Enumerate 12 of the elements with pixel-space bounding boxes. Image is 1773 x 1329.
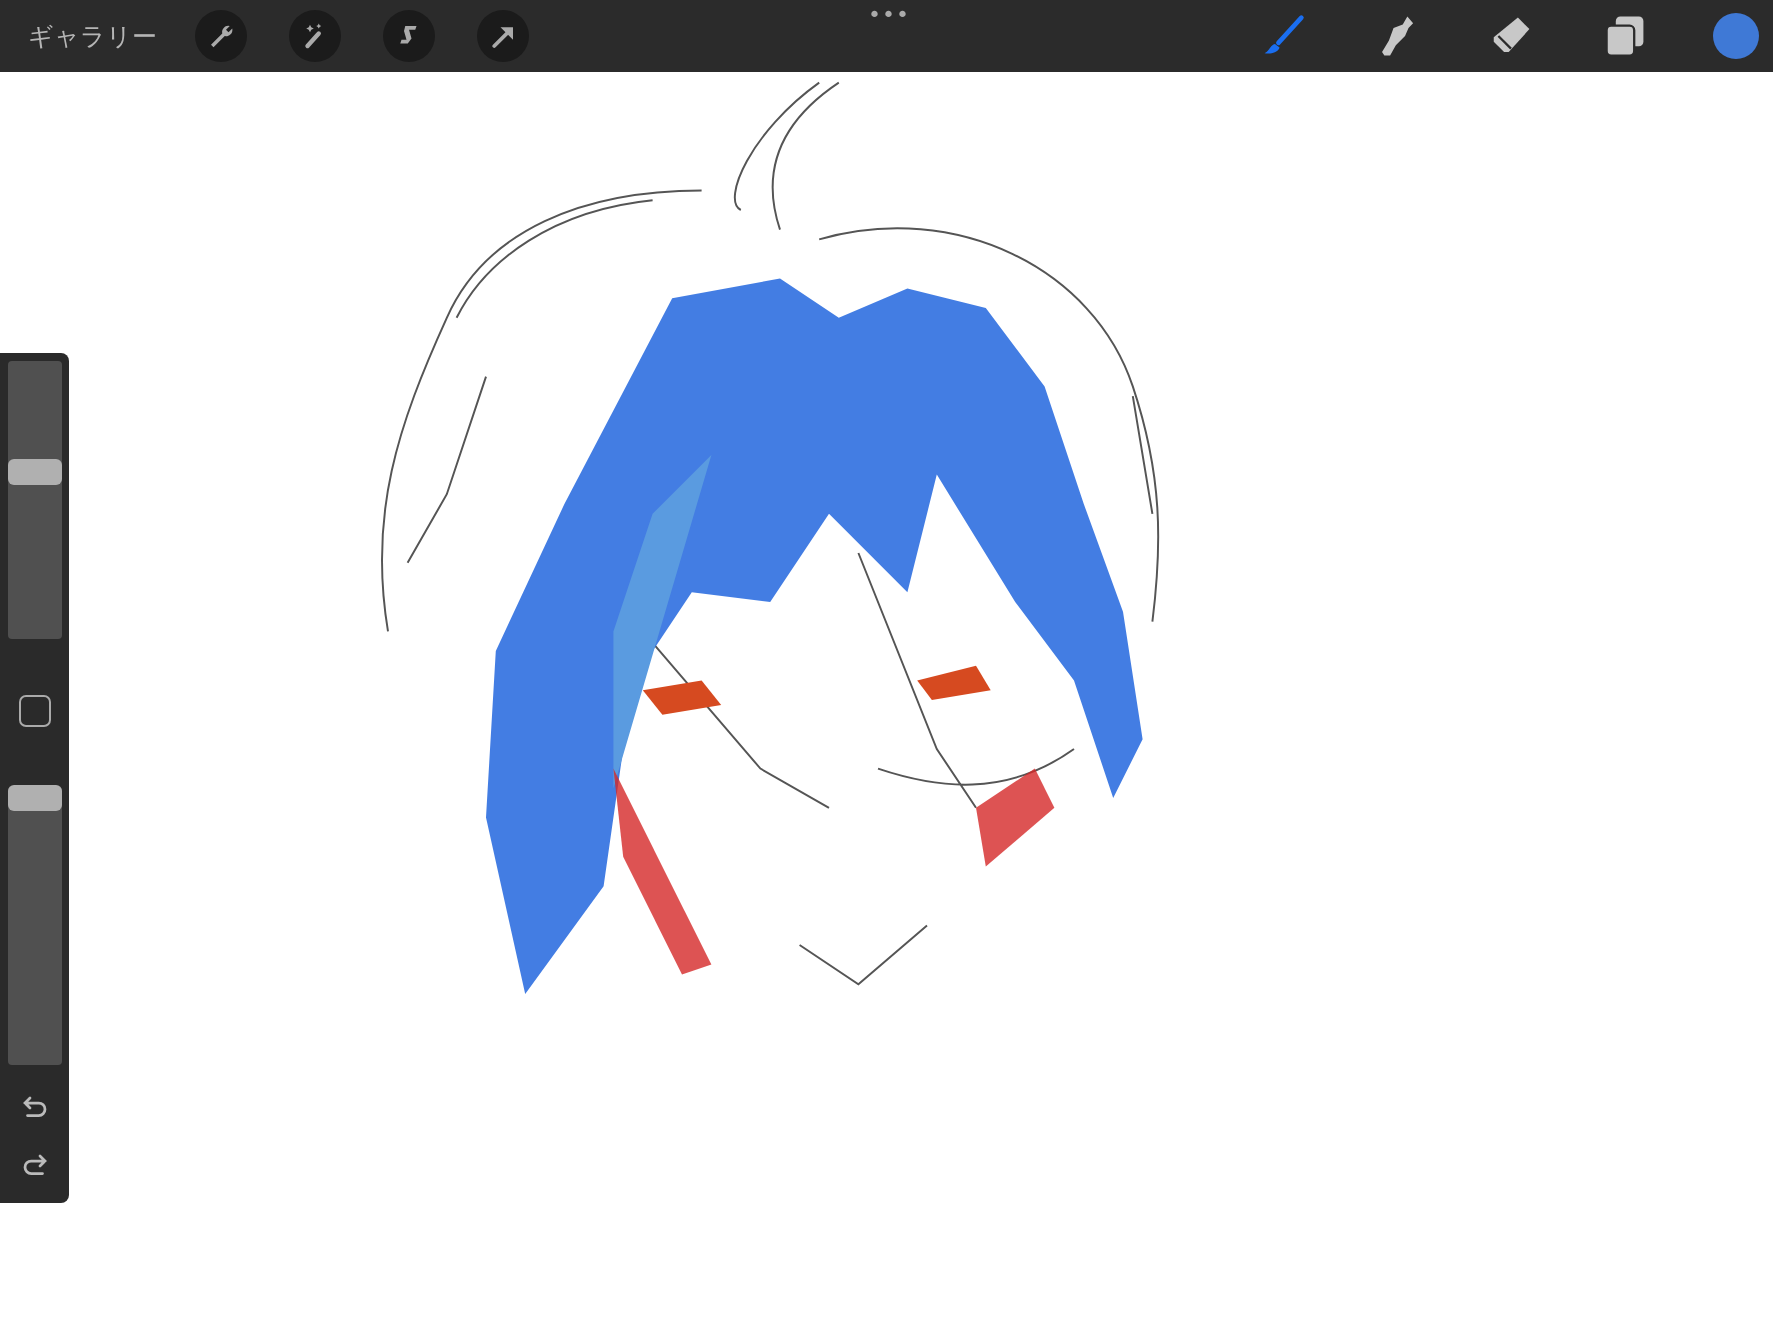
color-swatch[interactable] xyxy=(1713,13,1759,59)
selection-button[interactable] xyxy=(383,10,435,62)
opacity-slider[interactable] xyxy=(7,787,62,1065)
magic-wand-button[interactable] xyxy=(289,10,341,62)
slider-thumb[interactable] xyxy=(7,459,62,486)
slider-thumb[interactable] xyxy=(7,785,62,812)
brush-size-slider[interactable] xyxy=(7,361,62,639)
more-menu-dots[interactable]: ••• xyxy=(868,2,910,27)
gallery-link[interactable]: ギャラリー xyxy=(28,19,157,53)
eyedropper-square-button[interactable] xyxy=(18,695,51,727)
arrow-button[interactable] xyxy=(477,10,529,62)
wrench-button[interactable] xyxy=(195,10,247,62)
